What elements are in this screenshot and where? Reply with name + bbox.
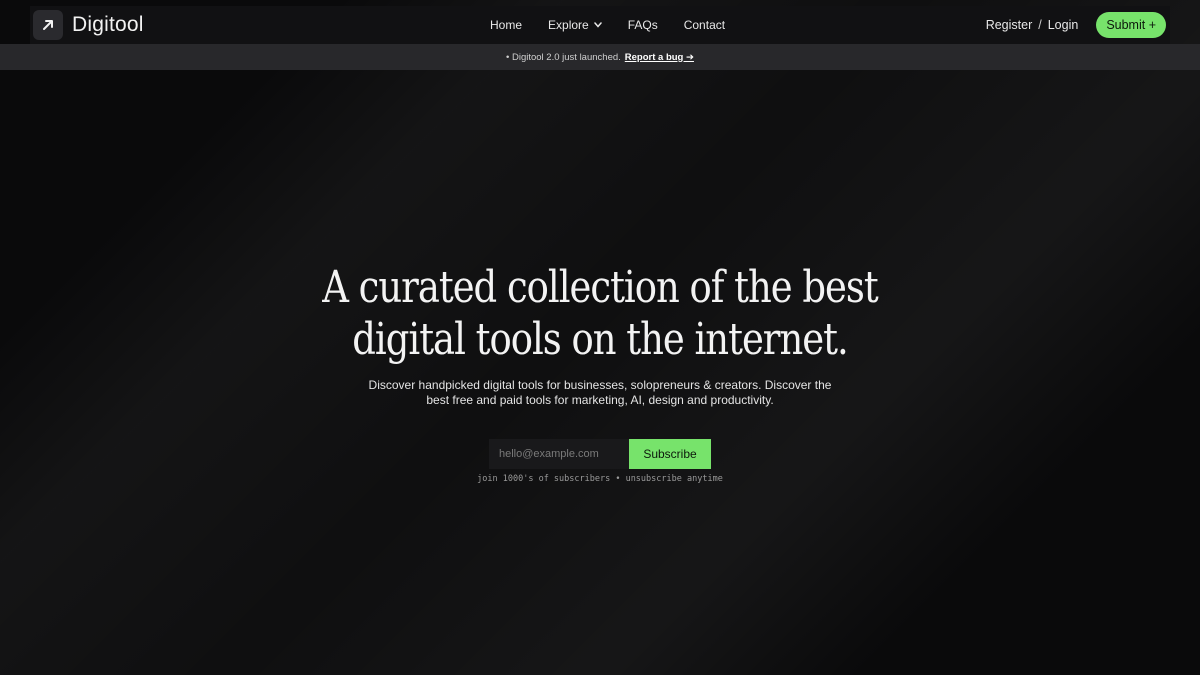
report-bug-link[interactable]: Report a bug ➔ xyxy=(625,52,694,63)
auth-area: Register / Login Submit + xyxy=(986,6,1166,44)
hero-subtitle-line-2: best free and paid tools for marketing, … xyxy=(426,392,774,407)
logo[interactable]: Digitool xyxy=(33,10,144,40)
subscribe-fineprint: join 1000's of subscribers • unsubscribe… xyxy=(477,474,723,484)
arrow-up-right-icon xyxy=(33,10,63,40)
nav-explore-dropdown[interactable]: Explore xyxy=(548,18,602,32)
announcement-banner: • Digitool 2.0 just launched. Report a b… xyxy=(0,44,1200,70)
banner-text: • Digitool 2.0 just launched. xyxy=(506,51,621,63)
email-input[interactable] xyxy=(489,439,629,469)
nav-faqs-link[interactable]: FAQs xyxy=(628,18,658,32)
submit-button[interactable]: Submit + xyxy=(1096,12,1166,38)
nav-contact-link[interactable]: Contact xyxy=(684,18,725,32)
hero-subtitle: Discover handpicked digital tools for bu… xyxy=(350,378,850,407)
top-navbar: Digitool Home Explore FAQs Contact Regis… xyxy=(30,6,1170,44)
hero-title-line-1: A curated collection of the best xyxy=(322,262,878,313)
newsletter-form: Subscribe xyxy=(489,439,711,469)
register-link[interactable]: Register xyxy=(986,18,1033,32)
hero-title: A curated collection of the best digital… xyxy=(96,262,1104,366)
chevron-down-icon xyxy=(593,22,602,28)
subscribe-button[interactable]: Subscribe xyxy=(629,439,711,469)
main-nav: Home Explore FAQs Contact xyxy=(490,6,725,44)
hero-subtitle-line-1: Discover handpicked digital tools for bu… xyxy=(368,378,832,392)
hero-title-line-2: digital tools on the internet. xyxy=(352,314,848,365)
nav-home-link[interactable]: Home xyxy=(490,18,522,32)
brand-name: Digitool xyxy=(72,13,144,36)
login-link[interactable]: Login xyxy=(1048,18,1079,32)
auth-separator: / xyxy=(1038,18,1042,32)
nav-explore-label: Explore xyxy=(548,18,589,32)
